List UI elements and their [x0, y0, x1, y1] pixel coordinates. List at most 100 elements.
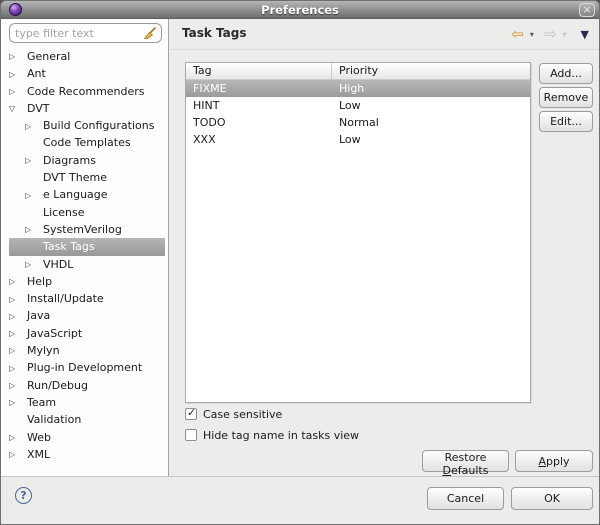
tree-item-label: DVT Theme: [43, 171, 107, 185]
tree-item[interactable]: Validation: [9, 411, 165, 428]
table-row[interactable]: FIXME High: [186, 80, 530, 97]
tag-cell: FIXME: [193, 82, 227, 95]
tree-item-label: Mylyn: [27, 344, 60, 358]
task-tags-table: Tag Priority FIXME High HINT Low TODO Normal X…: [185, 62, 531, 403]
tree-item[interactable]: ▷ General: [9, 48, 165, 65]
tree-expander-icon[interactable]: ▷: [25, 187, 43, 204]
tree-expander-icon[interactable]: ▷: [9, 446, 27, 463]
table-row[interactable]: HINT Low: [186, 97, 530, 114]
tree-expander-icon[interactable]: ▷: [9, 48, 27, 65]
tree-expander-icon[interactable]: ▷: [9, 308, 27, 325]
sidebar: ▷General▷Ant▷Code Recommenders▽DVT▷Build…: [1, 19, 169, 476]
tree-expander-icon[interactable]: ▷: [9, 342, 27, 359]
tree-item[interactable]: ▷ Code Recommenders: [9, 83, 165, 100]
check-mark-icon: ✓: [187, 406, 197, 419]
tree-item-label: General: [27, 50, 71, 63]
preferences-tree: ▷ General ▷ Ant ▷ Code Recommenders ▽ DVT ▷ Build…: [1, 48, 168, 476]
tree-expander-icon[interactable]: ▷: [9, 394, 27, 411]
back-menu-chevron-icon[interactable]: ▾: [530, 30, 534, 39]
tree-item[interactable]: ▷ Build Configurations: [9, 117, 165, 134]
apply-button[interactable]: Apply: [515, 450, 593, 472]
tree-expander-icon[interactable]: ▷: [9, 66, 27, 83]
back-icon[interactable]: ⇦: [511, 25, 524, 43]
tree-item-label: Plug-in Development: [27, 361, 143, 375]
preferences-window: Preferences × ▷General▷Ant▷Code Recommen…: [0, 0, 600, 525]
tree-item-label: Validation: [27, 413, 82, 427]
table-row[interactable]: TODO Normal: [186, 114, 530, 131]
checkbox-icon[interactable]: ✓: [185, 406, 197, 420]
titlebar[interactable]: Preferences ×: [1, 1, 599, 19]
tree-item-label: XML: [27, 447, 51, 461]
cancel-button[interactable]: Cancel: [427, 487, 504, 510]
case-sensitive-checkbox[interactable]: ✓ Case sensitive: [185, 406, 282, 422]
tree-item-label: License: [43, 205, 85, 219]
tree-item[interactable]: ▷ Diagrams: [9, 152, 165, 169]
tree-expander-icon[interactable]: ▷: [9, 83, 27, 100]
tree-item[interactable]: ▷ Web: [9, 429, 165, 446]
tag-cell: HINT: [193, 99, 220, 112]
table-header[interactable]: Tag Priority: [186, 63, 530, 80]
tree-expander-icon[interactable]: ▷: [9, 377, 27, 394]
forward-icon: ⇨: [543, 25, 557, 43]
tree-expander-icon[interactable]: ▷: [9, 273, 27, 290]
tree-expander-icon[interactable]: ▷: [9, 291, 27, 308]
tree-item[interactable]: ▷ Plug-in Development: [9, 359, 165, 376]
table-row[interactable]: XXX Low: [186, 131, 530, 148]
tag-cell: XXX: [193, 133, 216, 146]
hide-tag-name-label: Hide tag name in tasks view: [203, 428, 360, 442]
ok-button[interactable]: OK: [511, 487, 593, 510]
tree-item[interactable]: ▷ Team: [9, 394, 165, 411]
column-header-tag[interactable]: Tag: [186, 63, 332, 79]
tree-item[interactable]: Code Templates: [9, 134, 165, 151]
header-separator: [170, 49, 599, 50]
tree-item-label: SystemVerilog: [43, 222, 122, 236]
tree-item[interactable]: ▽ DVT: [9, 100, 165, 117]
tree-item-label: Install/Update: [27, 292, 104, 306]
tree-item[interactable]: ▷ Mylyn: [9, 342, 165, 359]
edit-button[interactable]: Edit...: [539, 111, 593, 132]
view-menu-icon[interactable]: ▼: [581, 28, 589, 41]
priority-cell: Low: [339, 99, 361, 112]
column-header-priority[interactable]: Priority: [332, 63, 530, 79]
tree-item[interactable]: ▷ Install/Update: [9, 290, 165, 307]
tree-item-label: Team: [27, 395, 57, 409]
hide-tag-name-checkbox[interactable]: Hide tag name in tasks view: [185, 427, 359, 443]
tree-expander-icon[interactable]: ▷: [9, 429, 27, 446]
tree-item[interactable]: ▷ JavaScript: [9, 325, 165, 342]
tree-item[interactable]: ▷ SystemVerilog: [9, 221, 165, 238]
tree-expander-icon[interactable]: ▽: [9, 100, 27, 117]
tree-item[interactable]: ▷ VHDL: [9, 256, 165, 273]
filter-input[interactable]: [15, 26, 143, 40]
restore-defaults-button[interactable]: Restore Defaults: [422, 450, 509, 477]
tree-item-label: VHDL: [43, 257, 74, 271]
remove-button[interactable]: Remove: [539, 87, 593, 108]
clear-filter-icon[interactable]: [143, 26, 157, 40]
filter-field[interactable]: [9, 23, 162, 43]
window-icon: [9, 3, 22, 16]
tree-item[interactable]: ▷ Run/Debug: [9, 377, 165, 394]
tree-item[interactable]: DVT Theme: [9, 169, 165, 186]
tree-expander-icon[interactable]: ▷: [9, 360, 27, 377]
tree-expander-icon[interactable]: ▷: [25, 221, 43, 238]
case-sensitive-label: Case sensitive: [203, 407, 283, 421]
help-icon[interactable]: ?: [15, 487, 32, 504]
tree-item[interactable]: ▷ Help: [9, 273, 165, 290]
close-icon[interactable]: ×: [579, 3, 595, 17]
tree-item-label: Run/Debug: [27, 378, 88, 392]
tree-item[interactable]: ▷ e Language: [9, 186, 165, 203]
tree-item-label: Code Templates: [43, 136, 131, 150]
tree-expander-icon[interactable]: ▷: [25, 152, 43, 169]
tree-expander-icon[interactable]: ▷: [9, 325, 27, 342]
tree-item[interactable]: ▷ Ant: [9, 65, 165, 82]
tree-item[interactable]: Task Tags: [9, 238, 165, 256]
tree-item-label: Task Tags: [43, 240, 95, 254]
tree-item[interactable]: ▷ XML: [9, 446, 165, 463]
tree-item-label: Ant: [27, 67, 46, 81]
checkbox-icon[interactable]: [185, 429, 197, 441]
tree-item[interactable]: License: [9, 204, 165, 221]
add-button[interactable]: Add...: [539, 63, 593, 84]
priority-cell: High: [339, 82, 365, 95]
tree-expander-icon[interactable]: ▷: [25, 256, 43, 273]
tree-item[interactable]: ▷ Java: [9, 307, 165, 324]
tree-expander-icon[interactable]: ▷: [25, 118, 43, 135]
